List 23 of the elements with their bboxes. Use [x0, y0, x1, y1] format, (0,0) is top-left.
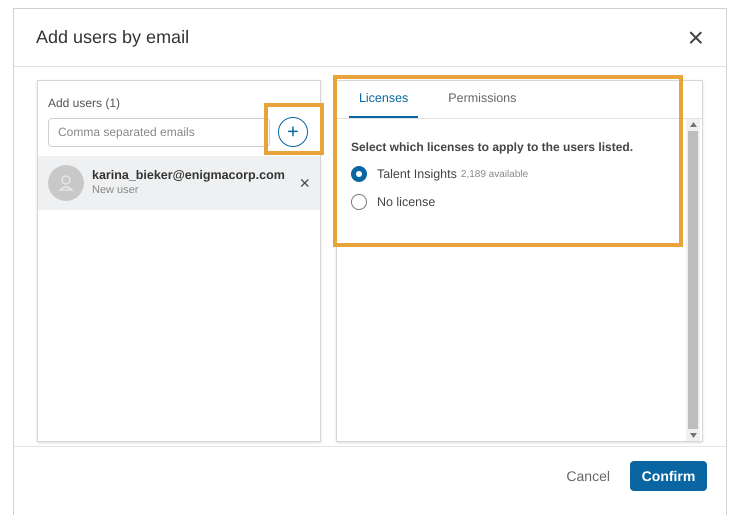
user-row[interactable]: karina_bieker@enigmacorp.com New user × [38, 156, 320, 210]
avatar-icon [48, 165, 84, 201]
instruction-text: Select which licenses to apply to the users listed. [350, 139, 634, 156]
option-label: Talent Insights [376, 166, 457, 183]
cancel-button[interactable]: Cancel [561, 466, 615, 486]
tab[interactable]: Permissions [438, 81, 526, 118]
users-label: Add users (1) [48, 95, 122, 112]
tab[interactable]: Licenses [348, 81, 418, 118]
user-email: karina_bieker@enigmacorp.com [92, 168, 286, 184]
user-status: New user [92, 184, 140, 198]
close-button[interactable]: × [688, 24, 704, 52]
confirm-button[interactable]: Confirm [630, 461, 707, 491]
scrollbar[interactable] [686, 119, 700, 441]
remove-button[interactable]: × [299, 174, 310, 192]
option-label: No license [376, 194, 436, 211]
radio-button[interactable] [350, 194, 367, 210]
email-field[interactable]: Comma separated emails [48, 118, 270, 146]
dialog-title: Add users by email [36, 26, 190, 49]
availability-note: 2,189 available [460, 168, 528, 182]
radio-button[interactable] [350, 166, 367, 182]
add-button[interactable]: + [278, 117, 308, 147]
scroll-down-icon[interactable] [690, 433, 696, 438]
scroll-up-icon[interactable] [690, 122, 696, 127]
